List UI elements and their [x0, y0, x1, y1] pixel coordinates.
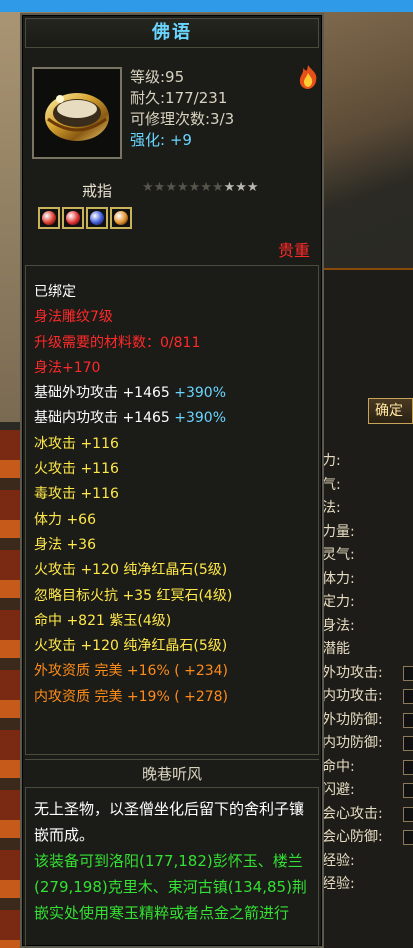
attribute-row: 内功防御:	[322, 732, 413, 756]
confirm-button[interactable]: 确定	[368, 398, 413, 424]
attribute-line: 身法雕纹7级	[34, 309, 113, 326]
star-icon: ★	[176, 180, 189, 195]
attribute-line: 忽略目标火抗 +35 红冥石(4级)	[34, 587, 233, 604]
item-name: 佛语	[25, 18, 319, 48]
attribute-row: 体力:	[322, 570, 355, 587]
attribute-line: 冰攻击 +116	[34, 435, 119, 452]
item-enhance: 强化: +9	[130, 130, 234, 151]
value-box	[403, 689, 413, 704]
attribute-line: 外攻资质 完美 +16% ( +234)	[34, 663, 229, 680]
attribute-row: 闪避:	[322, 779, 413, 803]
ring-icon	[45, 93, 109, 141]
value-box	[403, 712, 413, 728]
attribute-line: 内攻资质 完美 +19% ( +278)	[34, 688, 229, 705]
attribute-row: 灵气:	[322, 547, 355, 563]
attribute-line: 身法 +36	[34, 536, 96, 553]
signature: 晚巷听风	[25, 759, 319, 787]
star-icon: ★	[246, 180, 259, 195]
attribute-row: 定力:	[322, 594, 355, 610]
star-icon: ★	[200, 180, 212, 195]
attribute-row: 会心攻击:	[322, 803, 413, 827]
item-tooltip: 佛语 等级:95 耐久:177/231 可修理次数:3/3 强化: +9 戒指 …	[20, 13, 324, 948]
attribute-row: 气:	[322, 476, 341, 493]
attribute-line: 命中 +821 紫玉(4级)	[34, 612, 172, 629]
star-icon: ★	[235, 180, 247, 195]
item-type: 戒指	[82, 182, 113, 200]
attribute-row: 身法:	[322, 617, 355, 634]
item-level: 等级:95	[130, 68, 185, 86]
value-box	[403, 783, 413, 798]
attribute-row: 会心防御:	[322, 826, 413, 850]
attribute-row: 内功攻击:	[322, 685, 413, 709]
skill-bar-strip	[0, 430, 20, 948]
value-box	[403, 736, 413, 751]
description-box: 无上圣物，以圣僧坐化后留下的舍利子镶嵌而成。 该装备可到洛阳(177,182)彭…	[25, 787, 319, 948]
star-icon: ★	[153, 180, 166, 195]
attributes-list: 已绑定身法雕纹7级升级需要的材料数：0/811 身法+170 基础外功攻击 +146…	[34, 280, 232, 710]
attribute-row: 潜能	[322, 641, 350, 657]
attribute-line: 已绑定	[34, 284, 76, 300]
enhance-label: 强化:	[130, 131, 166, 149]
gem-slots	[38, 207, 132, 229]
star-icon: ★	[165, 180, 177, 195]
attribute-row: 命中:	[322, 756, 413, 780]
attribute-row: 力:	[322, 453, 341, 469]
value-box	[403, 830, 413, 845]
attribute-line: 火攻击 +120 纯净红晶石(5级)	[34, 638, 228, 655]
description-hint: 该装备可到洛阳(177,182)彭怀玉、楼兰(279,198)克里木、束河古镇(…	[34, 852, 307, 922]
attribute-row: 经验:	[322, 852, 355, 869]
attribute-row: 外功攻击:	[322, 662, 413, 686]
item-icon-frame	[32, 67, 122, 159]
item-stats: 等级:95 耐久:177/231 可修理次数:3/3 强化: +9	[130, 67, 234, 151]
attribute-row: 经验:	[322, 876, 355, 892]
attribute-line: 火攻击 +120 纯净红晶石(5级)	[34, 562, 228, 579]
item-repairs: 可修理次数:3/3	[130, 110, 235, 128]
attribute-line: 升级需要的材料数：0/811	[34, 334, 201, 351]
enhance-value: +9	[169, 131, 192, 149]
character-attribute-list: 力: 气: 法: 力量: 灵气: 体力: 定力: 身法: 潜能外功攻击: 内功攻击: 外功防御: 内功…	[322, 450, 413, 897]
item-durability: 耐久:177/231	[130, 89, 228, 107]
scene-wall	[0, 12, 20, 422]
attribute-line: 基础外功攻击 +1465 +390%	[34, 385, 227, 402]
attribute-line: 火攻击 +116	[34, 461, 119, 478]
blue-gem-icon	[86, 207, 108, 229]
star-icon: ★	[211, 180, 224, 195]
red-gem-icon	[38, 207, 60, 229]
star-icon: ★	[142, 180, 154, 195]
attribute-line: 体力 +66	[34, 511, 96, 528]
attributes-box: 已绑定身法雕纹7级升级需要的材料数：0/811 身法+170 基础外功攻击 +146…	[25, 265, 319, 755]
value-box	[403, 665, 413, 681]
attribute-row: 力量:	[322, 523, 355, 540]
orange-gem-icon	[110, 207, 132, 229]
item-rarity: 贵重	[277, 241, 310, 260]
value-box	[403, 806, 413, 822]
star-icon: ★	[223, 180, 236, 195]
red-gem-icon	[62, 207, 84, 229]
flame-icon	[299, 65, 317, 89]
attribute-row: 外功防御:	[322, 709, 413, 733]
attribute-line: 基础内功攻击 +1465 +390%	[34, 410, 227, 427]
description-lore: 无上圣物，以圣僧坐化后留下的舍利子镶嵌而成。	[34, 800, 305, 844]
attribute-line: 毒攻击 +116	[34, 486, 119, 503]
attribute-line: 身法+170	[34, 359, 101, 376]
star-icon: ★	[188, 180, 201, 195]
attribute-row: 法:	[322, 500, 341, 516]
value-box	[403, 759, 413, 775]
star-rating: ★★★★★★★★★★	[142, 180, 259, 195]
